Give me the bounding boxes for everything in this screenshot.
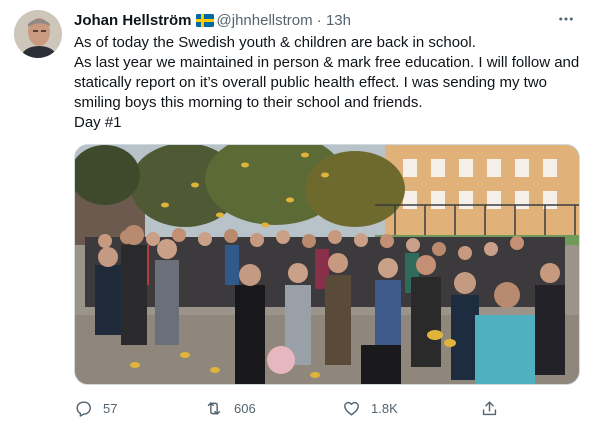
schoolyard-photo (75, 145, 579, 384)
tweet-actions: 57 606 1.8K (74, 398, 514, 418)
separator-dot: · (316, 12, 322, 29)
heart-icon (344, 401, 359, 416)
retweet-button[interactable]: 606 (204, 398, 256, 418)
swedish-flag-icon (195, 13, 214, 33)
share-button[interactable] (480, 398, 499, 418)
author-handle[interactable]: @jhnhellstrom (217, 12, 313, 29)
avatar-photo (14, 10, 62, 58)
reply-count: 57 (103, 400, 118, 416)
tweet-header: Johan Hellström @jhnhellstrom · 13h (74, 11, 576, 31)
retweet-count: 606 (234, 400, 256, 416)
author-name[interactable]: Johan Hellström (74, 12, 192, 29)
share-icon (482, 400, 497, 415)
avatar[interactable] (14, 10, 62, 58)
retweet-icon (207, 401, 221, 415)
tweet-text: As of today the Swedish youth & children… (74, 34, 580, 131)
reply-icon (76, 400, 91, 417)
like-count: 1.8K (371, 400, 398, 416)
like-button[interactable]: 1.8K (342, 398, 398, 418)
tweet-photo[interactable] (74, 144, 580, 385)
tweet-timestamp[interactable]: 13h (326, 12, 351, 29)
more-options-button[interactable] (556, 9, 576, 29)
reply-button[interactable]: 57 (74, 398, 117, 418)
more-horizontal-icon (559, 17, 573, 21)
